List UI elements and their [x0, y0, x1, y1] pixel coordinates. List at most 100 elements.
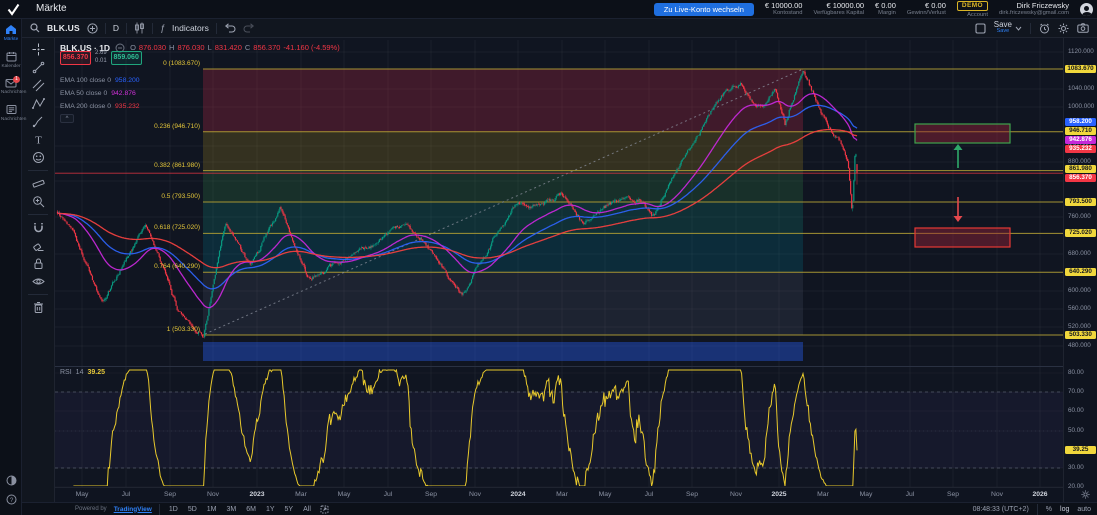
- sidebar-item-nachrichten-news[interactable]: Nachrichten: [0, 99, 22, 126]
- gear-icon[interactable]: [1058, 23, 1069, 34]
- price-tick: 1040.000: [1068, 86, 1094, 92]
- text-icon[interactable]: T: [27, 132, 49, 147]
- camera-icon[interactable]: [1077, 23, 1089, 33]
- ruler-icon[interactable]: [27, 176, 49, 191]
- channel-icon[interactable]: [27, 78, 49, 93]
- sidebar-item-maerkte[interactable]: Märkte: [0, 19, 22, 46]
- session-clock[interactable]: 08:48:33 (UTC+2): [973, 506, 1029, 513]
- quote-row: 856.370 2.690.01 859.060: [60, 50, 142, 65]
- ema-200-legend[interactable]: EMA 200 close 0 935.232: [60, 104, 140, 111]
- sidebar-item-nachrichten-mail[interactable]: 1 Nachrichten: [0, 73, 22, 99]
- switch-live-account-button[interactable]: Zu Live-Konto wechseln: [654, 3, 754, 17]
- chart-canvas[interactable]: [55, 38, 1063, 488]
- percent-scale-button[interactable]: %: [1046, 506, 1052, 513]
- range-button-3m[interactable]: 3M: [225, 506, 239, 513]
- symbol-search-button[interactable]: BLK.US: [47, 23, 80, 33]
- time-axis[interactable]: MayJulSepNov2023MarMayJulSepNov2024MarMa…: [55, 487, 1063, 502]
- price-tick: 1000.000: [1068, 104, 1094, 110]
- price-axis[interactable]: 1120.0001040.0001000.000920.000880.00084…: [1063, 38, 1097, 502]
- fib-label-0.382: 0.382 (861.980): [154, 162, 200, 169]
- time-tick: Mar: [295, 491, 307, 498]
- alert-icon[interactable]: [1039, 23, 1050, 34]
- indicators-button[interactable]: Indicators: [172, 23, 209, 33]
- interval-button[interactable]: D: [113, 23, 119, 33]
- rsi-tick: 60.00: [1068, 408, 1084, 414]
- rsi-tick: 30.00: [1068, 465, 1084, 471]
- fib-zone-0.5: [203, 202, 803, 233]
- zoom-in-icon[interactable]: [27, 194, 49, 209]
- range-button-1d[interactable]: 1D: [167, 506, 180, 513]
- time-tick: 2024: [510, 491, 525, 498]
- range-button-all[interactable]: All: [301, 506, 313, 513]
- layout-icon[interactable]: [975, 23, 986, 34]
- price-chart[interactable]: [55, 38, 1063, 488]
- axis-price-label: 946.710: [1065, 127, 1096, 135]
- time-tick: May: [860, 491, 873, 498]
- search-icon[interactable]: [30, 23, 40, 33]
- notification-badge: 1: [13, 76, 20, 83]
- legend-collapse-button[interactable]: ^: [60, 114, 74, 123]
- emoji-icon[interactable]: [27, 150, 49, 165]
- svg-text:T: T: [35, 135, 42, 147]
- save-button[interactable]: Save Save: [994, 21, 1022, 35]
- fx-icon[interactable]: ƒ: [160, 23, 165, 33]
- time-tick: 2026: [1032, 491, 1047, 498]
- magnet-icon[interactable]: [27, 220, 49, 235]
- avatar[interactable]: [1080, 3, 1093, 16]
- rsi-legend[interactable]: RSI 14 39.25: [60, 369, 105, 376]
- redo-icon[interactable]: [243, 23, 255, 33]
- trendline-icon[interactable]: [27, 60, 49, 75]
- bottom-bar: Powered by TradingView 1D5D1M3M6M1Y5YAll…: [22, 502, 1097, 515]
- help-icon[interactable]: ?: [0, 490, 22, 509]
- fib-label-1: 1 (503.330): [167, 326, 200, 333]
- time-tick: Nov: [469, 491, 481, 498]
- down-arrow[interactable]: [954, 197, 963, 222]
- time-tick: Mar: [817, 491, 829, 498]
- range-button-5d[interactable]: 5D: [186, 506, 199, 513]
- ema-100-legend[interactable]: EMA 100 close 0 958.200: [60, 78, 140, 85]
- demand-target-box[interactable]: [915, 228, 1010, 247]
- chart-toolbar: BLK.US D ƒ Indicators: [22, 19, 1097, 38]
- price-tick: 560.000: [1068, 306, 1091, 312]
- ask-button[interactable]: 859.060: [111, 51, 142, 65]
- range-button-6m[interactable]: 6M: [244, 506, 258, 513]
- lock-icon[interactable]: [27, 256, 49, 271]
- time-tick: Jul: [384, 491, 393, 498]
- undo-icon[interactable]: [224, 23, 236, 33]
- sidebar-item-kalender[interactable]: Kalender: [0, 46, 22, 73]
- trash-icon[interactable]: [27, 300, 49, 315]
- candles-icon[interactable]: [134, 22, 145, 34]
- page-title: Märkte: [36, 3, 67, 14]
- axis-price-label: 1083.670: [1065, 65, 1096, 73]
- range-button-1m[interactable]: 1M: [205, 506, 219, 513]
- tradingview-link[interactable]: TradingView: [114, 506, 152, 513]
- fib-retracement[interactable]: [203, 69, 1063, 361]
- expand-range-icon[interactable]: [320, 505, 329, 514]
- axis-price-label: 942.876: [1065, 136, 1096, 144]
- range-button-1y[interactable]: 1Y: [264, 506, 277, 513]
- bid-button[interactable]: 856.370: [60, 51, 91, 65]
- xabcd-icon[interactable]: [27, 96, 49, 111]
- auto-scale-button[interactable]: auto: [1077, 506, 1091, 513]
- axis-settings-gear-icon[interactable]: [1081, 490, 1090, 499]
- lower-blue-band: [203, 342, 803, 361]
- brush-icon[interactable]: [27, 114, 49, 129]
- time-tick: Mar: [556, 491, 568, 498]
- time-tick: May: [338, 491, 351, 498]
- crosshair-icon[interactable]: [27, 42, 49, 57]
- rsi-pane: [55, 370, 1063, 486]
- log-scale-button[interactable]: log: [1060, 506, 1069, 513]
- eraser-icon[interactable]: [27, 238, 49, 253]
- app-logo-icon[interactable]: [7, 3, 20, 16]
- eye-icon[interactable]: [27, 274, 49, 289]
- ema-50-legend[interactable]: EMA 50 close 0 942.876: [60, 91, 136, 98]
- compare-plus-icon[interactable]: [87, 23, 98, 34]
- axis-price-label: 640.290: [1065, 268, 1096, 276]
- app-sidebar: Märkte Kalender 1 Nachrichten Nachrichte…: [0, 19, 22, 515]
- time-tick: Jul: [906, 491, 915, 498]
- up-arrow[interactable]: [954, 144, 963, 168]
- theme-contrast-icon[interactable]: [0, 471, 22, 490]
- axis-price-label: 793.500: [1065, 198, 1096, 206]
- supply-target-box[interactable]: [915, 124, 1010, 143]
- range-button-5y[interactable]: 5Y: [283, 506, 296, 513]
